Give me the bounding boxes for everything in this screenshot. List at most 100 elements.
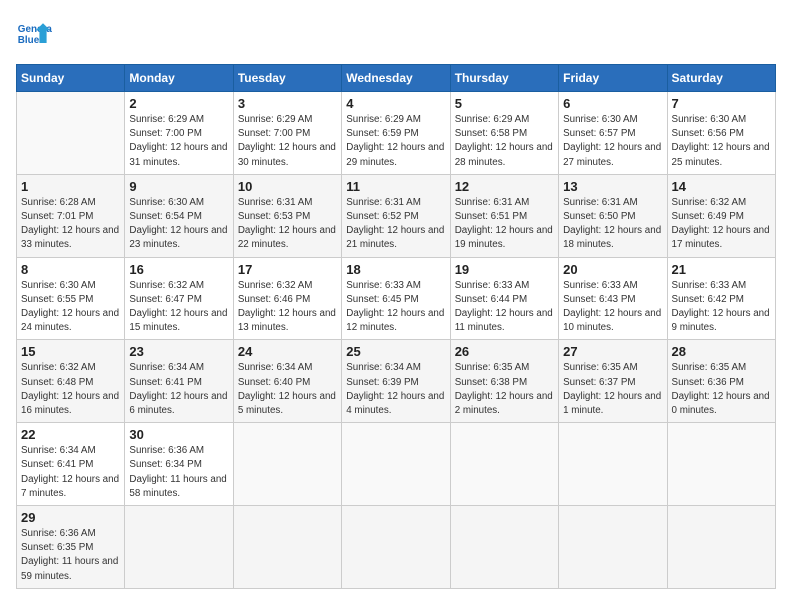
calendar-cell bbox=[667, 423, 775, 506]
calendar-cell bbox=[450, 506, 558, 589]
day-number: 21 bbox=[672, 262, 771, 277]
day-info: Sunrise: 6:31 AM Sunset: 6:50 PM Dayligh… bbox=[563, 196, 662, 253]
calendar-cell: 1 Sunrise: 6:28 AM Sunset: 7:01 PM Dayli… bbox=[17, 174, 125, 257]
col-saturday: Saturday bbox=[667, 65, 775, 92]
day-info: Sunrise: 6:33 AM Sunset: 6:42 PM Dayligh… bbox=[672, 279, 771, 336]
day-info: Sunrise: 6:33 AM Sunset: 6:45 PM Dayligh… bbox=[346, 279, 445, 336]
calendar-cell: 16 Sunrise: 6:32 AM Sunset: 6:47 PM Dayl… bbox=[125, 257, 233, 340]
day-number: 25 bbox=[346, 344, 445, 359]
day-info: Sunrise: 6:33 AM Sunset: 6:43 PM Dayligh… bbox=[563, 279, 662, 336]
calendar-cell: 19 Sunrise: 6:33 AM Sunset: 6:44 PM Dayl… bbox=[450, 257, 558, 340]
day-info: Sunrise: 6:34 AM Sunset: 6:39 PM Dayligh… bbox=[346, 361, 445, 418]
col-sunday: Sunday bbox=[17, 65, 125, 92]
calendar-cell: 20 Sunrise: 6:33 AM Sunset: 6:43 PM Dayl… bbox=[559, 257, 667, 340]
day-number: 17 bbox=[238, 262, 337, 277]
calendar-cell: 13 Sunrise: 6:31 AM Sunset: 6:50 PM Dayl… bbox=[559, 174, 667, 257]
day-info: Sunrise: 6:36 AM Sunset: 6:34 PM Dayligh… bbox=[129, 444, 228, 501]
calendar-cell: 3 Sunrise: 6:29 AM Sunset: 7:00 PM Dayli… bbox=[233, 92, 341, 175]
day-info: Sunrise: 6:30 AM Sunset: 6:55 PM Dayligh… bbox=[21, 279, 120, 336]
day-info: Sunrise: 6:29 AM Sunset: 6:58 PM Dayligh… bbox=[455, 113, 554, 170]
calendar-row: 22 Sunrise: 6:34 AM Sunset: 6:41 PM Dayl… bbox=[17, 423, 776, 506]
day-number: 6 bbox=[563, 96, 662, 111]
day-info: Sunrise: 6:32 AM Sunset: 6:49 PM Dayligh… bbox=[672, 196, 771, 253]
calendar-cell: 21 Sunrise: 6:33 AM Sunset: 6:42 PM Dayl… bbox=[667, 257, 775, 340]
calendar-cell bbox=[342, 506, 450, 589]
calendar-cell bbox=[559, 423, 667, 506]
calendar-cell: 6 Sunrise: 6:30 AM Sunset: 6:57 PM Dayli… bbox=[559, 92, 667, 175]
col-thursday: Thursday bbox=[450, 65, 558, 92]
day-number: 7 bbox=[672, 96, 771, 111]
logo-icon: General Blue bbox=[16, 16, 52, 52]
day-number: 30 bbox=[129, 427, 228, 442]
day-number: 15 bbox=[21, 344, 120, 359]
day-info: Sunrise: 6:34 AM Sunset: 6:41 PM Dayligh… bbox=[129, 361, 228, 418]
calendar-row: 29 Sunrise: 6:36 AM Sunset: 6:35 PM Dayl… bbox=[17, 506, 776, 589]
day-info: Sunrise: 6:32 AM Sunset: 6:48 PM Dayligh… bbox=[21, 361, 120, 418]
calendar-cell: 26 Sunrise: 6:35 AM Sunset: 6:38 PM Dayl… bbox=[450, 340, 558, 423]
day-info: Sunrise: 6:29 AM Sunset: 7:00 PM Dayligh… bbox=[129, 113, 228, 170]
page-header: General Blue bbox=[16, 16, 776, 52]
day-number: 28 bbox=[672, 344, 771, 359]
day-number: 2 bbox=[129, 96, 228, 111]
calendar-row: 2 Sunrise: 6:29 AM Sunset: 7:00 PM Dayli… bbox=[17, 92, 776, 175]
calendar-cell: 10 Sunrise: 6:31 AM Sunset: 6:53 PM Dayl… bbox=[233, 174, 341, 257]
day-info: Sunrise: 6:31 AM Sunset: 6:52 PM Dayligh… bbox=[346, 196, 445, 253]
day-info: Sunrise: 6:28 AM Sunset: 7:01 PM Dayligh… bbox=[21, 196, 120, 253]
day-number: 12 bbox=[455, 179, 554, 194]
day-number: 27 bbox=[563, 344, 662, 359]
calendar-cell: 4 Sunrise: 6:29 AM Sunset: 6:59 PM Dayli… bbox=[342, 92, 450, 175]
day-number: 14 bbox=[672, 179, 771, 194]
day-number: 13 bbox=[563, 179, 662, 194]
calendar-cell: 12 Sunrise: 6:31 AM Sunset: 6:51 PM Dayl… bbox=[450, 174, 558, 257]
calendar-table: Sunday Monday Tuesday Wednesday Thursday… bbox=[16, 64, 776, 589]
calendar-row: 8 Sunrise: 6:30 AM Sunset: 6:55 PM Dayli… bbox=[17, 257, 776, 340]
day-number: 9 bbox=[129, 179, 228, 194]
calendar-cell: 9 Sunrise: 6:30 AM Sunset: 6:54 PM Dayli… bbox=[125, 174, 233, 257]
day-number: 29 bbox=[21, 510, 120, 525]
calendar-cell: 25 Sunrise: 6:34 AM Sunset: 6:39 PM Dayl… bbox=[342, 340, 450, 423]
day-info: Sunrise: 6:30 AM Sunset: 6:57 PM Dayligh… bbox=[563, 113, 662, 170]
calendar-cell: 14 Sunrise: 6:32 AM Sunset: 6:49 PM Dayl… bbox=[667, 174, 775, 257]
calendar-cell: 11 Sunrise: 6:31 AM Sunset: 6:52 PM Dayl… bbox=[342, 174, 450, 257]
col-wednesday: Wednesday bbox=[342, 65, 450, 92]
calendar-cell: 28 Sunrise: 6:35 AM Sunset: 6:36 PM Dayl… bbox=[667, 340, 775, 423]
day-number: 20 bbox=[563, 262, 662, 277]
day-number: 11 bbox=[346, 179, 445, 194]
calendar-cell bbox=[342, 423, 450, 506]
header-row: Sunday Monday Tuesday Wednesday Thursday… bbox=[17, 65, 776, 92]
calendar-cell: 17 Sunrise: 6:32 AM Sunset: 6:46 PM Dayl… bbox=[233, 257, 341, 340]
day-info: Sunrise: 6:32 AM Sunset: 6:46 PM Dayligh… bbox=[238, 279, 337, 336]
calendar-row: 1 Sunrise: 6:28 AM Sunset: 7:01 PM Dayli… bbox=[17, 174, 776, 257]
calendar-cell: 18 Sunrise: 6:33 AM Sunset: 6:45 PM Dayl… bbox=[342, 257, 450, 340]
day-info: Sunrise: 6:29 AM Sunset: 7:00 PM Dayligh… bbox=[238, 113, 337, 170]
day-info: Sunrise: 6:35 AM Sunset: 6:38 PM Dayligh… bbox=[455, 361, 554, 418]
day-info: Sunrise: 6:29 AM Sunset: 6:59 PM Dayligh… bbox=[346, 113, 445, 170]
calendar-cell: 23 Sunrise: 6:34 AM Sunset: 6:41 PM Dayl… bbox=[125, 340, 233, 423]
calendar-cell: 7 Sunrise: 6:30 AM Sunset: 6:56 PM Dayli… bbox=[667, 92, 775, 175]
col-monday: Monday bbox=[125, 65, 233, 92]
calendar-cell bbox=[450, 423, 558, 506]
day-number: 23 bbox=[129, 344, 228, 359]
calendar-cell bbox=[233, 423, 341, 506]
day-number: 4 bbox=[346, 96, 445, 111]
day-number: 10 bbox=[238, 179, 337, 194]
day-info: Sunrise: 6:31 AM Sunset: 6:53 PM Dayligh… bbox=[238, 196, 337, 253]
day-number: 5 bbox=[455, 96, 554, 111]
day-info: Sunrise: 6:35 AM Sunset: 6:36 PM Dayligh… bbox=[672, 361, 771, 418]
calendar-cell bbox=[667, 506, 775, 589]
calendar-cell: 15 Sunrise: 6:32 AM Sunset: 6:48 PM Dayl… bbox=[17, 340, 125, 423]
day-info: Sunrise: 6:34 AM Sunset: 6:41 PM Dayligh… bbox=[21, 444, 120, 501]
svg-text:Blue: Blue bbox=[18, 35, 40, 46]
logo: General Blue bbox=[16, 16, 58, 52]
day-number: 1 bbox=[21, 179, 120, 194]
day-number: 24 bbox=[238, 344, 337, 359]
calendar-cell bbox=[233, 506, 341, 589]
col-tuesday: Tuesday bbox=[233, 65, 341, 92]
calendar-cell: 2 Sunrise: 6:29 AM Sunset: 7:00 PM Dayli… bbox=[125, 92, 233, 175]
calendar-cell: 27 Sunrise: 6:35 AM Sunset: 6:37 PM Dayl… bbox=[559, 340, 667, 423]
day-info: Sunrise: 6:36 AM Sunset: 6:35 PM Dayligh… bbox=[21, 527, 120, 584]
day-info: Sunrise: 6:30 AM Sunset: 6:56 PM Dayligh… bbox=[672, 113, 771, 170]
calendar-row: 15 Sunrise: 6:32 AM Sunset: 6:48 PM Dayl… bbox=[17, 340, 776, 423]
day-info: Sunrise: 6:33 AM Sunset: 6:44 PM Dayligh… bbox=[455, 279, 554, 336]
calendar-cell: 8 Sunrise: 6:30 AM Sunset: 6:55 PM Dayli… bbox=[17, 257, 125, 340]
